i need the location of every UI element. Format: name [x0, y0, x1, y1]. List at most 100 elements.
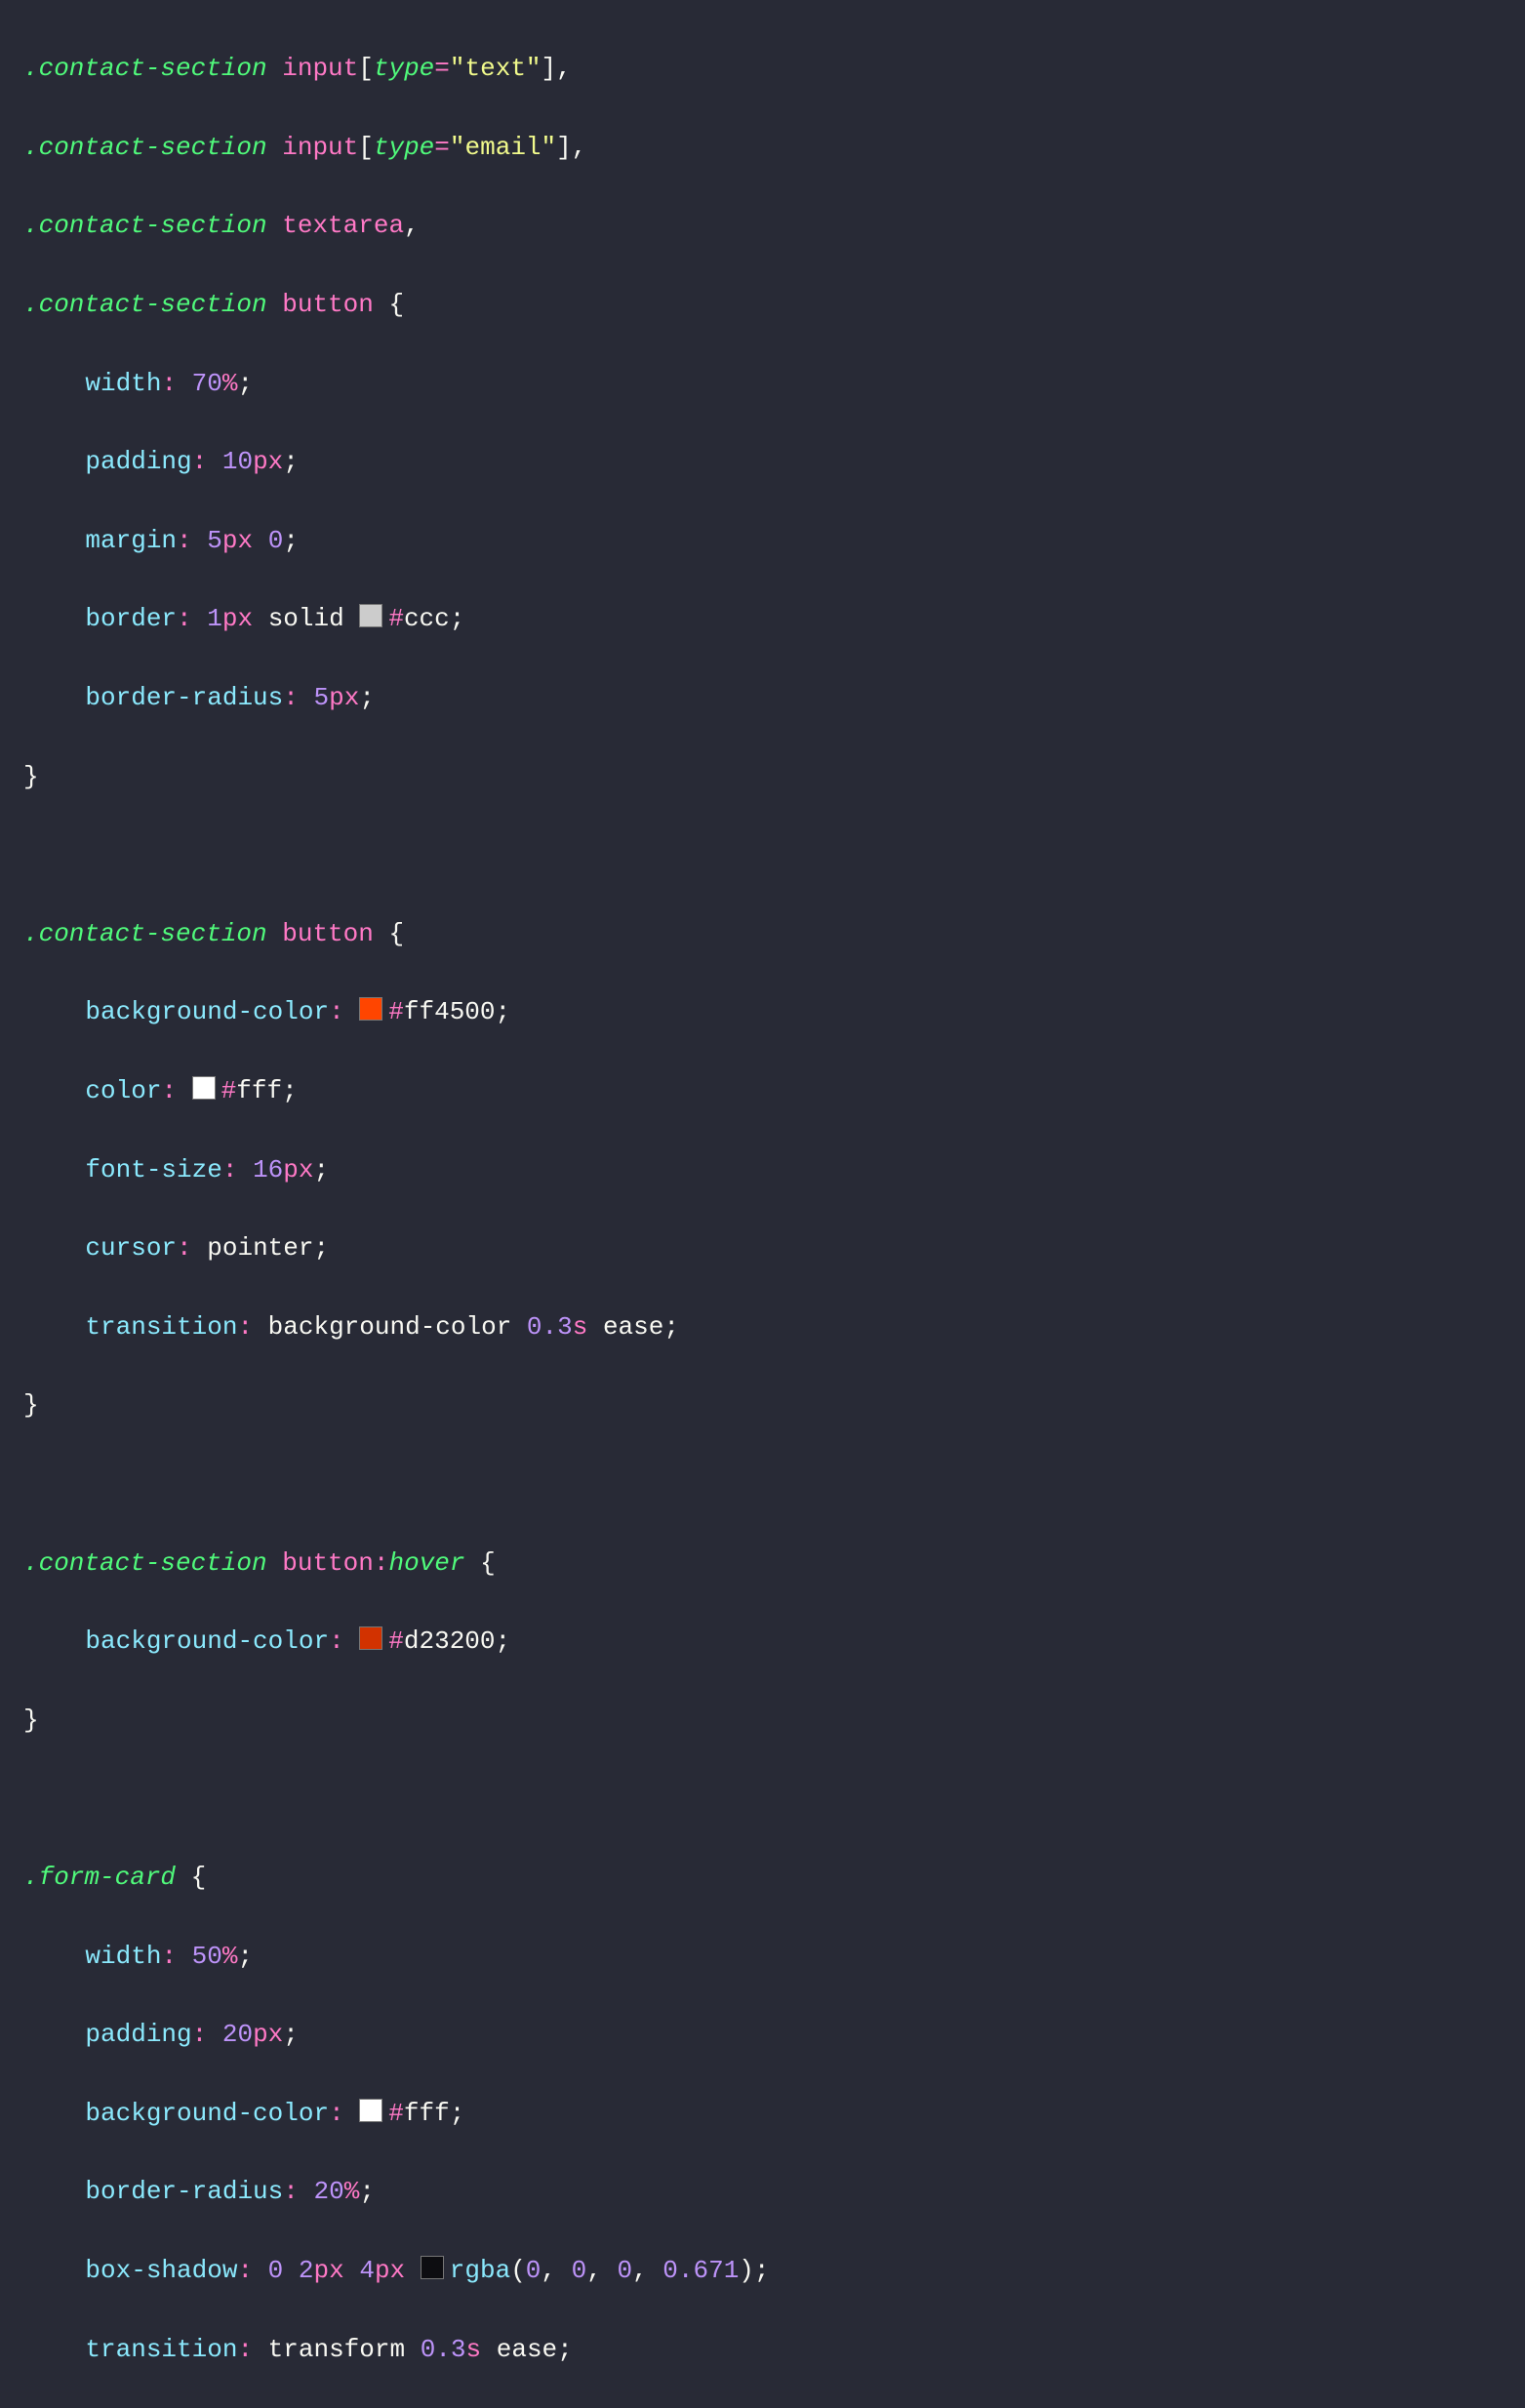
number: 20 — [313, 2177, 343, 2206]
blank-line — [23, 835, 1525, 874]
color-swatch-icon[interactable] — [359, 604, 382, 627]
colon: : — [237, 1312, 253, 1342]
colon: : — [222, 1155, 238, 1184]
color-swatch-icon[interactable] — [192, 1076, 216, 1100]
css-property: padding — [85, 447, 191, 476]
semicolon: ; — [283, 2020, 299, 2049]
brace: } — [23, 1390, 39, 1420]
hex: ccc — [404, 604, 450, 633]
semicolon: ; — [359, 683, 375, 712]
number: 0 — [572, 2256, 587, 2285]
code-line: .contact-section textarea, — [23, 206, 1525, 245]
number: 5 — [207, 526, 222, 555]
css-tag: button — [282, 919, 374, 948]
comma: , — [572, 133, 587, 162]
blank-line — [23, 1779, 1525, 1818]
code-editor[interactable]: .contact-section input[type="text"], .co… — [0, 0, 1525, 2408]
color-swatch-icon[interactable] — [359, 1626, 382, 1650]
colon: : — [283, 2177, 299, 2206]
code-line: width: 70%; — [23, 364, 1525, 403]
comma: , — [632, 2256, 648, 2285]
colon: : — [192, 2020, 208, 2049]
brace: { — [388, 919, 404, 948]
number: 0.3 — [421, 2335, 466, 2364]
colon: : — [192, 447, 208, 476]
css-property: color — [85, 1076, 161, 1105]
css-selector: .contact-section — [23, 133, 267, 162]
number: 2 — [299, 2256, 314, 2285]
css-property: background-color — [85, 1626, 329, 1656]
unit: px — [253, 2020, 283, 2049]
colon: : — [329, 2099, 344, 2128]
css-function: rgba — [450, 2256, 510, 2285]
number: 1 — [207, 604, 222, 633]
css-tag: input — [282, 133, 358, 162]
css-property: width — [85, 369, 161, 398]
semicolon: ; — [282, 1076, 298, 1105]
css-property: transition — [85, 1312, 237, 1342]
css-value: pointer — [207, 1233, 313, 1263]
code-line: } — [23, 757, 1525, 796]
unit: px — [222, 526, 253, 555]
css-property: padding — [85, 2020, 191, 2049]
number: 0.671 — [662, 2256, 739, 2285]
code-line: } — [23, 1701, 1525, 1740]
unit: px — [329, 683, 359, 712]
colon: : — [329, 1626, 344, 1656]
css-property: border-radius — [85, 2177, 283, 2206]
string: "email" — [450, 133, 556, 162]
comma: , — [404, 211, 420, 240]
css-property: cursor — [85, 1233, 177, 1263]
number: 0 — [617, 2256, 632, 2285]
string: "text" — [450, 54, 542, 83]
paren: ) — [739, 2256, 754, 2285]
css-property: transition — [85, 2335, 237, 2364]
css-tag: input — [282, 54, 358, 83]
bracket: ] — [556, 133, 572, 162]
code-line: .contact-section input[type="email"], — [23, 128, 1525, 167]
number: 10 — [222, 447, 253, 476]
brace: { — [191, 1863, 207, 1892]
color-swatch-icon[interactable] — [359, 997, 382, 1021]
unit: % — [222, 369, 238, 398]
number: 0 — [268, 526, 284, 555]
brace: } — [23, 762, 39, 791]
semicolon: ; — [663, 1312, 679, 1342]
css-tag: button — [282, 1548, 374, 1578]
semicolon: ; — [283, 526, 299, 555]
blank-line — [23, 1465, 1525, 1504]
colon: : — [161, 369, 177, 398]
css-attr: type — [374, 133, 434, 162]
colon: : — [237, 2256, 253, 2285]
unit: px — [222, 604, 253, 633]
code-line: .contact-section button:hover { — [23, 1544, 1525, 1583]
semicolon: ; — [496, 997, 511, 1026]
number: 20 — [222, 2020, 253, 2049]
semicolon: ; — [496, 1626, 511, 1656]
semicolon: ; — [313, 1233, 329, 1263]
semicolon: ; — [237, 1942, 253, 1971]
colon: : — [161, 1942, 177, 1971]
code-line: .form-card { — [23, 1858, 1525, 1897]
unit: s — [573, 1312, 588, 1342]
code-line: cursor: pointer; — [23, 1228, 1525, 1267]
color-swatch-icon[interactable] — [421, 2256, 444, 2279]
semicolon: ; — [359, 2177, 375, 2206]
hex: fff — [236, 1076, 282, 1105]
number: 5 — [313, 683, 329, 712]
code-line: font-size: 16px; — [23, 1150, 1525, 1189]
code-line: .contact-section button { — [23, 914, 1525, 953]
bracket: ] — [542, 54, 557, 83]
css-property: background-color — [85, 2099, 329, 2128]
unit: s — [466, 2335, 482, 2364]
color-swatch-icon[interactable] — [359, 2099, 382, 2122]
comma: , — [541, 2256, 556, 2285]
css-value: transform — [268, 2335, 405, 2364]
number: 16 — [253, 1155, 283, 1184]
code-line: } — [23, 1385, 1525, 1425]
colon: : — [329, 997, 344, 1026]
hash: # — [388, 1626, 404, 1656]
css-property: margin — [85, 526, 177, 555]
hash: # — [388, 2099, 404, 2128]
colon: : — [177, 1233, 192, 1263]
